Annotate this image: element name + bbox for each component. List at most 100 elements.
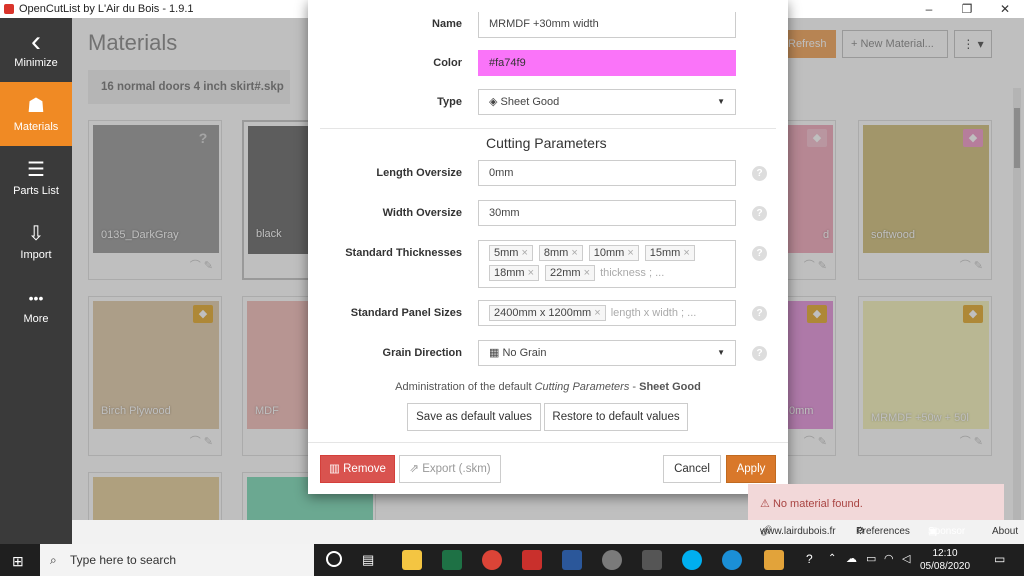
- standard-panel-sizes-label: Standard Panel Sizes: [350, 307, 462, 319]
- admin-italic: Cutting Parameters: [534, 381, 630, 393]
- clock-time: 12:10: [932, 548, 958, 559]
- type-value: Sheet Good: [500, 96, 560, 108]
- no-grain-icon: ▦: [489, 347, 500, 359]
- close-icon[interactable]: ×: [594, 307, 600, 319]
- panel-size-placeholder: length x width ; ...: [610, 307, 697, 319]
- cortana-icon[interactable]: [326, 551, 342, 567]
- edge-icon[interactable]: [722, 550, 742, 570]
- help-icon[interactable]: ?: [752, 246, 767, 261]
- tag-text: 22mm: [550, 267, 581, 279]
- type-label: Type: [437, 96, 462, 108]
- close-icon[interactable]: ×: [571, 247, 577, 259]
- tag-text: 2400mm x 1200mm: [494, 307, 592, 319]
- thickness-tag[interactable]: 18mm ×: [489, 265, 539, 281]
- standard-thicknesses-label: Standard Thicknesses: [345, 247, 462, 259]
- name-label: Name: [432, 18, 462, 30]
- windows-start-icon[interactable]: ⊞: [12, 553, 24, 570]
- footer-bar: 🔗︎ www.lairdubois.fr ⚙ Preferences ▣ Spo…: [72, 520, 1024, 544]
- sheet-good-icon: ◈: [489, 96, 498, 108]
- color-input[interactable]: #fa74f9: [478, 50, 736, 76]
- clock[interactable]: 12:10 05/08/2020: [920, 547, 970, 573]
- close-icon[interactable]: ×: [528, 267, 534, 279]
- trash-icon: ▥: [329, 463, 340, 475]
- edit-material-dialog: Name MRMDF +30mm width Color #fa74f9 Typ…: [308, 0, 788, 494]
- taskbar-search[interactable]: ⌕ Type here to search: [40, 544, 314, 576]
- admin-dash: -: [629, 381, 640, 393]
- divider: [308, 442, 788, 443]
- sponsor-label: Sponsor: [928, 526, 966, 537]
- excel-icon[interactable]: [442, 550, 462, 570]
- color-label: Color: [433, 57, 462, 69]
- divider: [320, 128, 776, 129]
- clock-date: 05/08/2020: [920, 561, 971, 572]
- preferences-label: Preferences: [856, 526, 910, 537]
- task-view-icon[interactable]: ▤: [362, 552, 374, 568]
- thickness-tag[interactable]: 22mm ×: [545, 265, 595, 281]
- admin-prefix: Administration of the default: [395, 381, 535, 393]
- calculator-icon[interactable]: [642, 550, 662, 570]
- chrome-icon[interactable]: [482, 550, 502, 570]
- tag-text: 10mm: [593, 247, 625, 259]
- warning-icon: ⚠: [760, 498, 770, 510]
- wifi-icon[interactable]: ◠: [884, 552, 894, 565]
- tag-text: 5mm: [494, 247, 519, 259]
- search-icon: ⌕: [50, 553, 57, 567]
- save-defaults-button[interactable]: Save as default values: [407, 403, 541, 431]
- thickness-tag[interactable]: 5mm ×: [489, 245, 533, 261]
- name-input[interactable]: MRMDF +30mm width: [478, 12, 736, 38]
- tag-text: 8mm: [543, 247, 569, 259]
- remove-label: Remove: [343, 463, 386, 475]
- close-icon[interactable]: ×: [584, 267, 590, 279]
- grain-direction-label: Grain Direction: [382, 347, 462, 359]
- thickness-tag[interactable]: 10mm ×: [588, 245, 639, 261]
- sketchup-icon[interactable]: [522, 550, 542, 570]
- panel-size-tag[interactable]: 2400mm x 1200mm ×: [489, 305, 606, 321]
- panel-sizes-tag-input[interactable]: 2400mm x 1200mm × length x width ; ...: [478, 300, 736, 326]
- thicknesses-tag-input[interactable]: 5mm × 8mm × 10mm × 15mm × 18mm × 22mm × thickness …: [478, 240, 736, 288]
- width-oversize-label: Width Oversize: [382, 207, 462, 219]
- notification-toast: ⚠ No material found.: [748, 484, 1004, 524]
- help-icon[interactable]: ?: [752, 166, 767, 181]
- word-icon[interactable]: [562, 550, 582, 570]
- tag-text: 18mm: [494, 267, 525, 279]
- modal-layer: Name MRMDF +30mm width Color #fa74f9 Typ…: [0, 0, 1024, 544]
- length-oversize-input[interactable]: 0mm: [478, 160, 736, 186]
- export-icon: ⇗: [409, 463, 420, 475]
- app-icon[interactable]: [764, 550, 784, 570]
- notifications-icon[interactable]: ▭: [994, 552, 1005, 566]
- help-tray-icon[interactable]: ?: [806, 552, 813, 566]
- help-icon[interactable]: ?: [752, 346, 767, 361]
- battery-icon[interactable]: ▭: [866, 552, 876, 565]
- search-placeholder: Type here to search: [70, 553, 177, 567]
- paint-icon[interactable]: [602, 550, 622, 570]
- help-icon[interactable]: ?: [752, 206, 767, 221]
- cancel-button[interactable]: Cancel: [663, 455, 721, 483]
- type-select[interactable]: ◈ Sheet Good ▼: [478, 89, 736, 115]
- toast-text: No material found.: [772, 498, 863, 510]
- help-icon[interactable]: ?: [752, 306, 767, 321]
- section-title: Cutting Parameters: [486, 135, 607, 151]
- restore-defaults-button[interactable]: Restore to default values: [544, 403, 688, 431]
- close-icon[interactable]: ×: [521, 247, 527, 259]
- volume-icon[interactable]: ◁: [902, 552, 910, 565]
- skype-icon[interactable]: [682, 550, 702, 570]
- width-oversize-input[interactable]: 30mm: [478, 200, 736, 226]
- caret-down-icon: ▼: [717, 97, 725, 106]
- close-icon[interactable]: ×: [627, 247, 633, 259]
- admin-bold: Sheet Good: [639, 381, 701, 393]
- export-button[interactable]: ⇗ Export (.skm): [399, 455, 501, 483]
- file-explorer-icon[interactable]: [402, 550, 422, 570]
- close-icon[interactable]: ×: [683, 247, 689, 259]
- grain-direction-select[interactable]: ▦ No Grain ▼: [478, 340, 736, 366]
- website-label: www.lairdubois.fr: [760, 526, 836, 537]
- cloud-icon[interactable]: ☁: [846, 552, 857, 565]
- tray-chevron-icon[interactable]: ⌃: [828, 553, 836, 564]
- caret-down-icon: ▼: [717, 348, 725, 357]
- apply-button[interactable]: Apply: [726, 455, 776, 483]
- thickness-tag[interactable]: 15mm ×: [644, 245, 695, 261]
- about-link[interactable]: About: [992, 520, 1018, 544]
- length-oversize-label: Length Oversize: [376, 167, 462, 179]
- thickness-tag[interactable]: 8mm ×: [538, 245, 583, 261]
- thickness-placeholder: thickness ; ...: [600, 267, 665, 279]
- remove-button[interactable]: ▥ Remove: [320, 455, 395, 483]
